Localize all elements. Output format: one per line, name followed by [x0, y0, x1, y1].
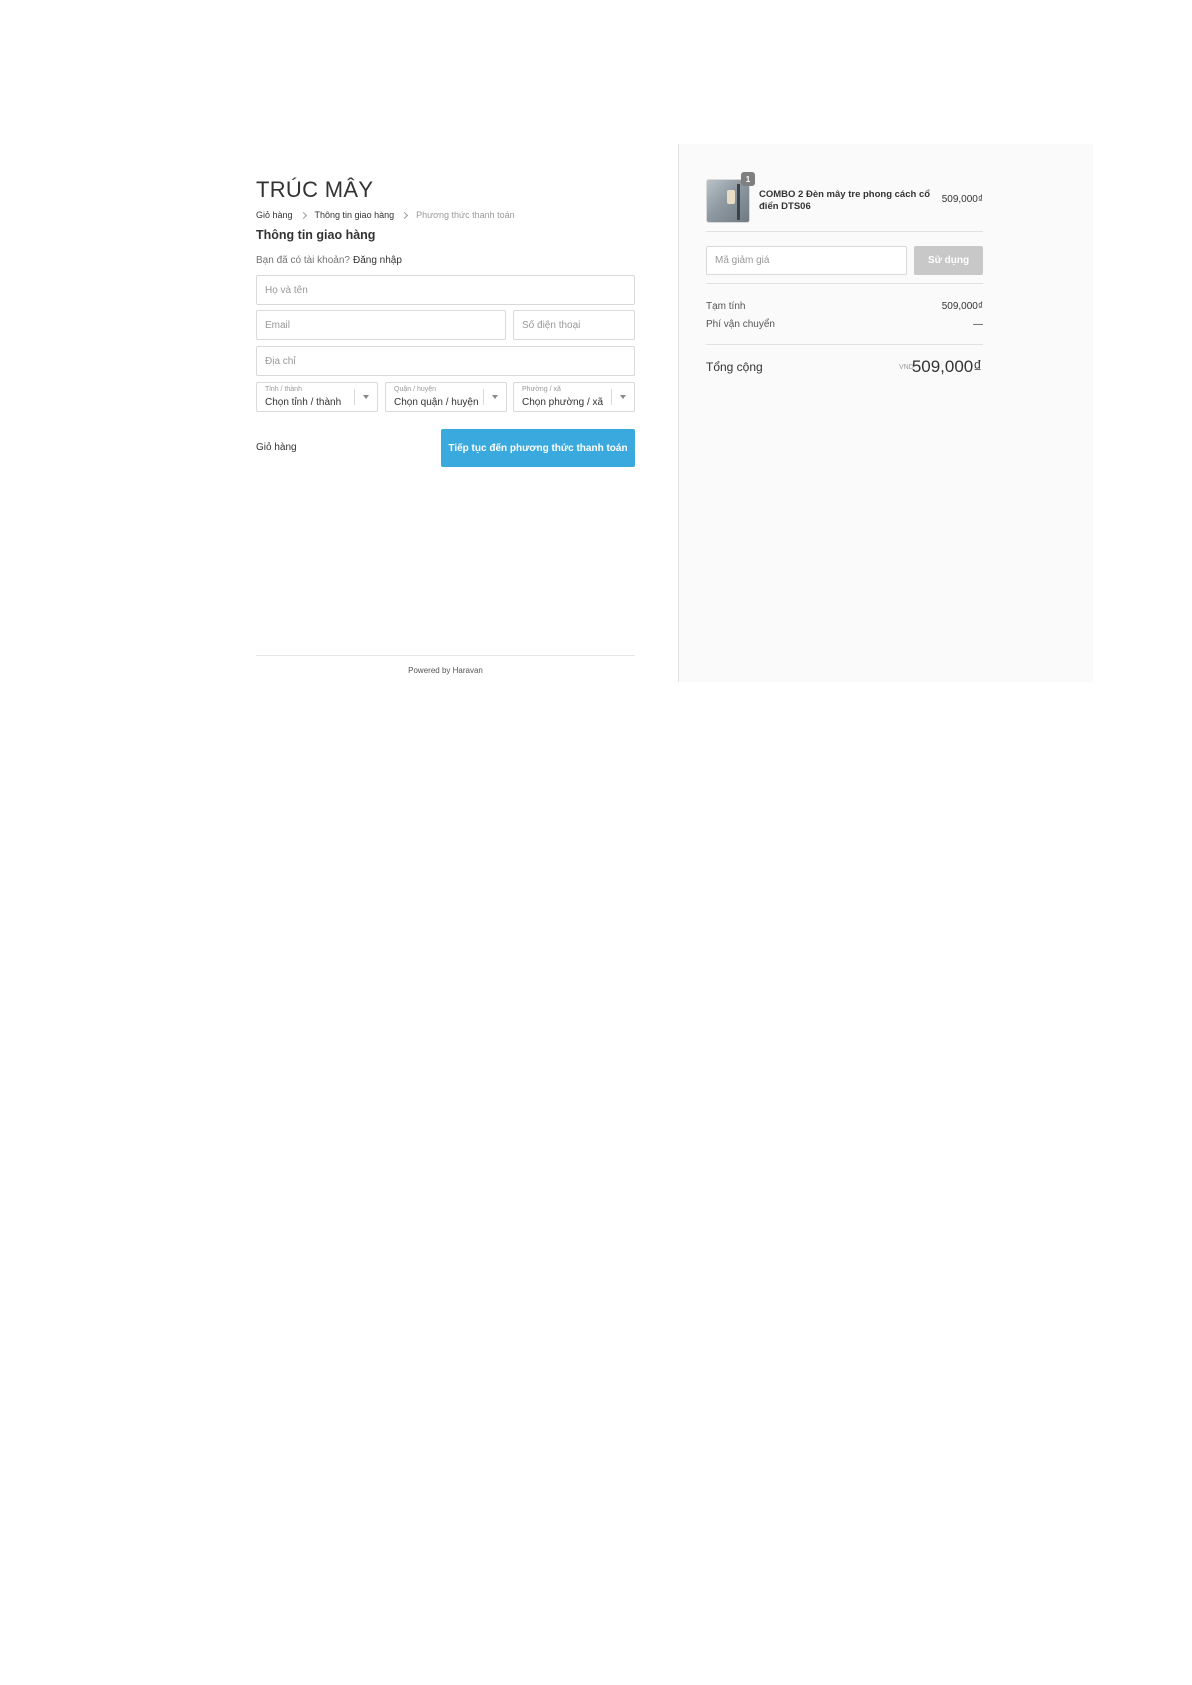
quantity-badge: 1 [741, 172, 755, 186]
apply-coupon-button[interactable]: Sử dụng [914, 246, 983, 275]
summary-divider [706, 344, 983, 345]
back-to-cart-link[interactable]: Giỏ hàng [256, 442, 297, 453]
province-select-value: Chọn tỉnh / thành [265, 397, 342, 408]
district-select-value: Chọn quận / huyện [394, 397, 479, 408]
breadcrumb-shipping-info: Thông tin giao hàng [314, 210, 395, 220]
total-label: Tổng cộng [706, 360, 763, 374]
address-field[interactable] [256, 346, 635, 376]
login-prompt: Bạn đã có tài khoản? Đăng nhập [256, 255, 402, 266]
main-content: TRÚC MÂY Giỏ hàng Thông tin giao hàng Ph… [256, 144, 635, 682]
subtotal-row: Tạm tính 509,000₫ [706, 301, 983, 312]
product-item: 1 COMBO 2 Đèn mây tre phong cách cổ điển… [706, 172, 983, 224]
province-select[interactable]: Tỉnh / thành Chọn tỉnh / thành [256, 382, 378, 412]
shipping-fee-value: — [973, 319, 983, 330]
total-amount: 509,000₫ [911, 357, 982, 376]
caret-down-icon [492, 395, 498, 399]
address-input[interactable] [257, 347, 634, 375]
store-name: TRÚC MÂY [256, 177, 374, 202]
coupon-field[interactable] [706, 246, 907, 275]
phone-field[interactable] [513, 310, 635, 340]
login-link[interactable]: Đăng nhập [353, 255, 402, 266]
ward-select[interactable]: Phường / xã Chọn phường / xã [513, 382, 635, 412]
product-image-lamp [727, 190, 735, 204]
product-name: COMBO 2 Đèn mây tre phong cách cổ điển D… [759, 189, 931, 212]
email-input[interactable] [257, 311, 505, 339]
chevron-right-icon [401, 211, 409, 219]
select-divider [483, 389, 484, 405]
caret-down-icon [620, 395, 626, 399]
ward-select-label: Phường / xã [522, 386, 561, 393]
email-field[interactable] [256, 310, 506, 340]
subtotal-label: Tạm tính [706, 301, 746, 312]
province-select-label: Tỉnh / thành [265, 386, 302, 393]
district-select[interactable]: Quận / huyện Chọn quận / huyện [385, 382, 507, 412]
powered-by: Powered by Haravan [408, 666, 483, 675]
full-name-field[interactable] [256, 275, 635, 305]
breadcrumb-payment-method: Phương thức thanh toán [416, 210, 515, 220]
select-divider [354, 389, 355, 405]
district-select-label: Quận / huyện [394, 386, 437, 393]
login-prompt-text: Bạn đã có tài khoản? [256, 255, 350, 266]
coupon-input[interactable] [707, 247, 906, 274]
caret-down-icon [363, 395, 369, 399]
section-title: Thông tin giao hàng [256, 228, 376, 242]
continue-to-payment-button[interactable]: Tiếp tục đến phương thức thanh toán [441, 429, 635, 467]
chevron-right-icon [299, 211, 307, 219]
full-name-input[interactable] [257, 276, 634, 304]
phone-input[interactable] [514, 311, 634, 339]
ward-select-value: Chọn phường / xã [522, 397, 604, 408]
order-summary: 1 COMBO 2 Đèn mây tre phong cách cổ điển… [678, 144, 1093, 682]
shipping-fee-label: Phí vận chuyển [706, 319, 775, 330]
product-image-stand [737, 184, 740, 220]
subtotal-value: 509,000₫ [941, 301, 983, 312]
summary-divider [706, 283, 983, 284]
shipping-fee-row: Phí vận chuyển — [706, 319, 983, 330]
breadcrumb: Giỏ hàng Thông tin giao hàng Phương thức… [256, 210, 515, 220]
select-divider [611, 389, 612, 405]
breadcrumb-cart[interactable]: Giỏ hàng [256, 210, 293, 220]
footer-divider [256, 655, 635, 656]
summary-divider [706, 231, 983, 232]
product-price: 509,000₫ [941, 194, 983, 205]
